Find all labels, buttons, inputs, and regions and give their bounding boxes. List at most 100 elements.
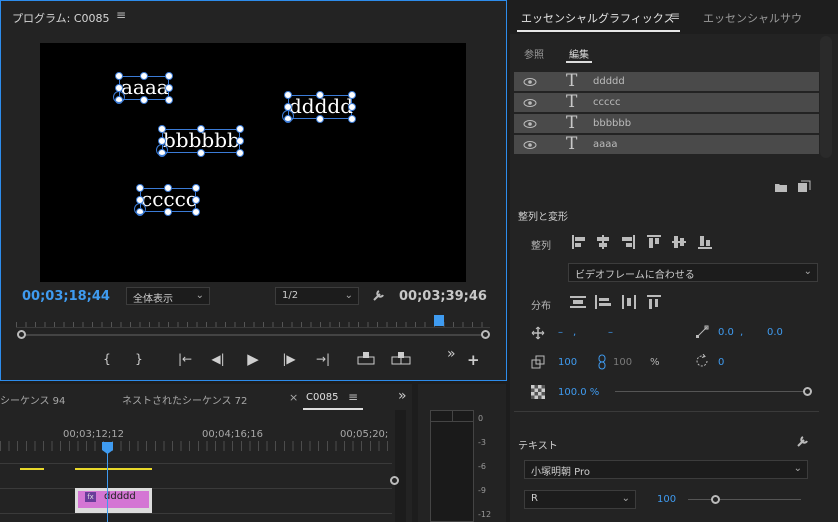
tab-sequence-94[interactable]: シーケンス 94	[0, 392, 65, 407]
anchor-point-icon[interactable]	[134, 203, 146, 215]
text-layer-aaaa[interactable]: aaaa	[121, 77, 169, 97]
font-dropdown[interactable]: 小塚明朝 Pro ⌄	[524, 460, 808, 479]
align-to-dropdown[interactable]: ビデオフレームに合わせる ⌄	[568, 263, 818, 282]
step-back-button[interactable]: ◀|	[209, 352, 227, 366]
tab-essential-sound[interactable]: エッセンシャルサウ	[703, 10, 802, 26]
scrollbar-handle-right[interactable]	[481, 330, 490, 339]
program-monitor-title[interactable]: プログラム: C0085	[12, 10, 110, 26]
anchor-y-value[interactable]: 0.0	[767, 327, 783, 338]
zoom-scrollbar[interactable]	[22, 334, 484, 336]
layer-row[interactable]: T aaaa	[514, 134, 819, 155]
close-tab-icon[interactable]: ×	[289, 391, 298, 404]
rotation-value[interactable]: 0	[718, 357, 724, 368]
wrench-icon[interactable]	[372, 288, 386, 302]
mark-in-button[interactable]: {	[98, 352, 116, 366]
timeline-ruler[interactable]	[0, 441, 392, 451]
clip[interactable]: fx ddddd	[75, 488, 152, 513]
meter-tick-12: -12	[478, 510, 492, 519]
panel-menu-icon[interactable]: ≡	[348, 390, 358, 404]
distribute-vertical-icon[interactable]	[569, 294, 587, 310]
go-to-out-button[interactable]: →|	[314, 352, 332, 366]
font-size-slider-track[interactable]	[688, 499, 801, 500]
tab-essential-graphics[interactable]: エッセンシャルグラフィックス	[521, 10, 674, 26]
anchor-point-icon[interactable]	[282, 110, 294, 122]
more-tabs-icon[interactable]: »	[398, 388, 407, 404]
distribute-horizontal-icon[interactable]	[620, 294, 638, 310]
align-top-icon[interactable]	[646, 234, 662, 250]
position-separator: ,	[573, 327, 577, 338]
panel-menu-icon[interactable]: ≡	[670, 9, 680, 23]
eye-icon[interactable]	[523, 75, 537, 89]
align-vertical-center-icon[interactable]	[671, 234, 687, 250]
distribute-spacing-icon[interactable]	[594, 294, 612, 310]
audio-meter	[430, 410, 474, 522]
monitor-time-ruler[interactable]	[16, 318, 490, 328]
opacity-value[interactable]: 100.0 %	[558, 387, 599, 398]
eye-icon[interactable]	[523, 117, 537, 131]
distribute-horizontal-spacing-icon[interactable]	[646, 294, 664, 310]
video-frame[interactable]: aaaa ddddd bbbbbb ccccc	[40, 43, 466, 282]
tab-browse[interactable]: 参照	[524, 46, 544, 61]
font-style-dropdown[interactable]: R ⌄	[524, 490, 636, 509]
more-controls-icon[interactable]: »	[447, 346, 456, 362]
align-bottom-icon[interactable]	[697, 234, 713, 250]
layer-name: ddddd	[593, 76, 625, 87]
position-y-value[interactable]: –	[608, 327, 613, 338]
work-area-bar[interactable]	[20, 468, 44, 470]
font-size-value[interactable]: 100	[657, 494, 676, 505]
timeline-playhead[interactable]	[101, 441, 114, 455]
duration-timecode: 00;03;39;46	[399, 289, 487, 304]
step-forward-button[interactable]: |▶	[280, 352, 298, 366]
timeline-scroll-handle[interactable]	[390, 476, 399, 485]
go-to-in-button[interactable]: |←	[176, 352, 194, 366]
add-button[interactable]: +	[467, 351, 480, 369]
panel-menu-icon[interactable]: ≡	[116, 8, 126, 22]
new-layer-icon[interactable]	[797, 180, 811, 193]
align-label: 整列	[531, 241, 551, 252]
anchor-point-icon[interactable]	[113, 91, 125, 103]
tab-nested-sequence-72[interactable]: ネストされたシーケンス 72	[122, 392, 247, 407]
layers-scrollbar[interactable]	[820, 36, 832, 158]
wrench-icon[interactable]	[796, 434, 810, 448]
playhead[interactable]	[434, 315, 444, 326]
new-folder-icon[interactable]	[774, 181, 788, 193]
anchor-x-value[interactable]: 0.0	[718, 327, 734, 338]
layer-row[interactable]: T bbbbbb	[514, 113, 819, 134]
position-x-value[interactable]: –	[558, 327, 563, 338]
text-layer-bbbbbb[interactable]: bbbbbb	[163, 130, 240, 150]
tab-c0085[interactable]: C0085	[306, 392, 338, 403]
resolution-dropdown[interactable]: 1/2 ⌄	[275, 287, 359, 305]
text-layer-ddddd[interactable]: ddddd	[289, 96, 353, 116]
anchor-separator: ,	[740, 327, 744, 338]
active-tab-underline	[517, 30, 680, 32]
opacity-slider-handle[interactable]	[803, 387, 812, 396]
text-layer-ccccc[interactable]: ccccc	[141, 189, 197, 209]
timeline-playhead-line	[107, 450, 108, 522]
scale-value[interactable]: 100	[558, 357, 577, 368]
scrollbar-handle-left[interactable]	[17, 330, 26, 339]
align-right-icon[interactable]	[620, 234, 636, 250]
zoom-value: 全体表示	[133, 294, 173, 305]
mark-out-button[interactable]: }	[130, 352, 148, 366]
anchor-point-icon[interactable]	[156, 144, 168, 156]
zoom-dropdown[interactable]: 全体表示 ⌄	[126, 287, 210, 305]
layer-row[interactable]: T ddddd	[514, 71, 819, 92]
opacity-slider-track[interactable]	[615, 391, 805, 392]
font-value: 小塚明朝 Pro	[531, 467, 591, 478]
text-layer-icon: T	[566, 71, 578, 91]
align-left-icon[interactable]	[571, 234, 587, 250]
tab-edit[interactable]: 編集	[569, 46, 589, 61]
timeline-scrollbar[interactable]	[395, 410, 406, 522]
layer-row[interactable]: T ccccc	[514, 92, 819, 113]
layer-name: bbbbbb	[593, 118, 632, 129]
eye-icon[interactable]	[523, 138, 537, 152]
work-area-bar[interactable]	[75, 468, 152, 470]
play-button[interactable]: ▶	[244, 350, 262, 368]
eye-icon[interactable]	[523, 96, 537, 110]
font-size-slider-handle[interactable]	[711, 495, 720, 504]
link-icon[interactable]	[597, 354, 607, 370]
extract-icon[interactable]	[391, 351, 411, 365]
current-timecode[interactable]: 00;03;18;44	[22, 289, 110, 304]
align-horizontal-center-icon[interactable]	[595, 234, 611, 250]
lift-icon[interactable]	[357, 351, 375, 365]
